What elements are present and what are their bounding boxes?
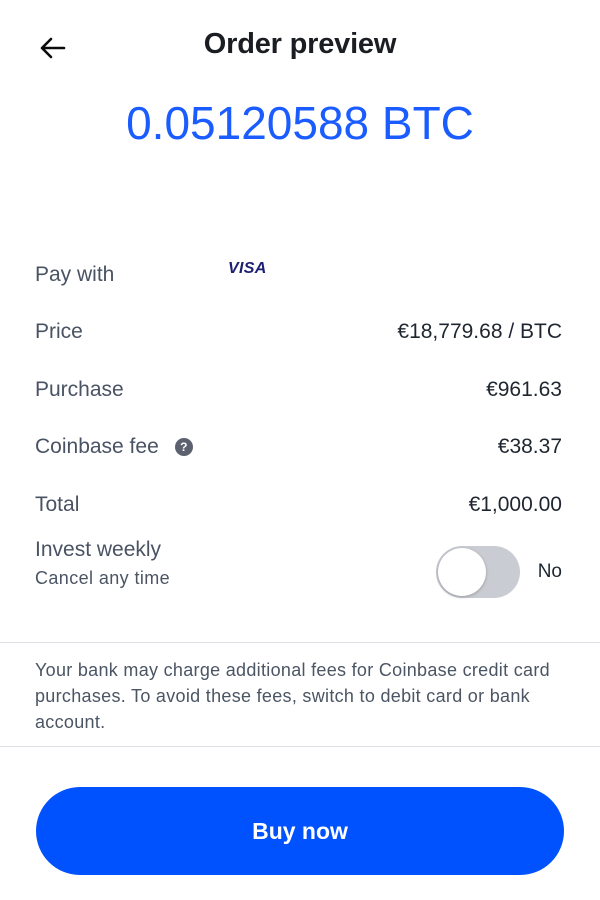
purchase-row: Purchase €961.63 [35, 361, 562, 419]
header: Order preview [0, 0, 600, 96]
visa-card-logo: VISA [228, 260, 267, 277]
page-title: Order preview [203, 28, 397, 60]
pay-with-row[interactable]: Pay with VISA [35, 246, 562, 304]
invest-weekly-sublabel: Cancel any time [35, 567, 171, 588]
question-mark-icon[interactable]: ? [174, 438, 193, 457]
price-value: €18,779.68 / BTC [397, 320, 562, 344]
order-preview-screen: Order preview 0.05120588 BTC Pay with VI… [0, 0, 600, 900]
purchase-label: Purchase [35, 377, 124, 401]
divider [0, 642, 600, 643]
invest-weekly-toggle-group: No [435, 545, 562, 598]
price-row: Price €18,779.68 / BTC [35, 304, 562, 362]
fee-value: €38.37 [497, 435, 562, 459]
fee-label: Coinbase fee [35, 435, 159, 459]
total-label: Total [35, 492, 80, 516]
fee-row: Coinbase fee ? €38.37 [35, 419, 562, 477]
invest-weekly-text: Invest weekly Cancel any time [35, 538, 170, 589]
price-label: Price [35, 320, 83, 344]
toggle-state-label: No [537, 560, 562, 582]
pay-with-label: Pay with [35, 262, 115, 286]
buy-now-button[interactable]: Buy now [36, 787, 564, 875]
total-value: €1,000.00 [468, 492, 562, 516]
order-details: Pay with VISA Price €18,779.68 / BTC Pur… [35, 246, 562, 610]
divider [0, 746, 600, 747]
order-amount: 0.05120588 BTC [126, 97, 474, 149]
bank-fee-notice: Your bank may charge additional fees for… [35, 660, 550, 732]
invest-weekly-row: Invest weekly Cancel any time No [35, 534, 562, 610]
toggle-knob [437, 547, 486, 596]
invest-weekly-label: Invest weekly [35, 537, 162, 561]
total-row: Total €1,000.00 [35, 476, 562, 534]
purchase-value: €961.63 [486, 377, 562, 401]
invest-weekly-toggle[interactable] [435, 545, 520, 598]
